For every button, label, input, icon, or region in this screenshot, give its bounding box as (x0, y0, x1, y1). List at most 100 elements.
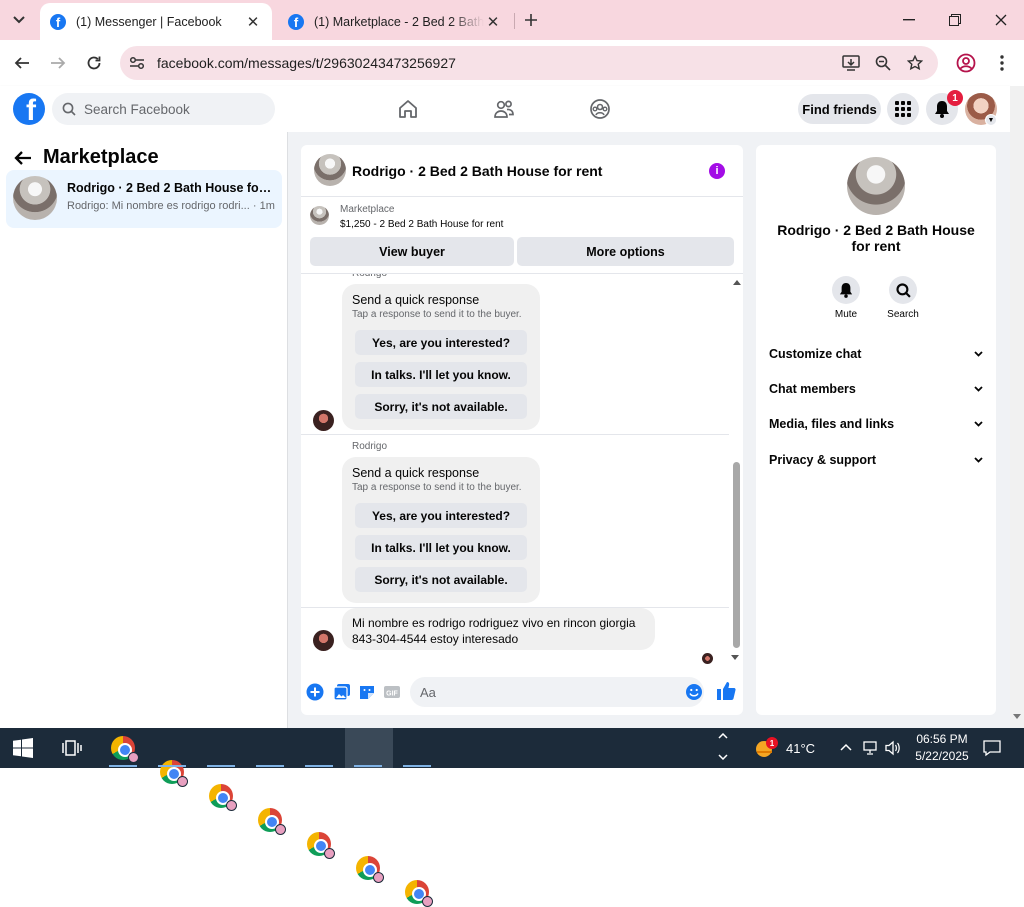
running-indicator (305, 765, 333, 767)
site-settings-icon[interactable] (128, 54, 146, 72)
photo-icon[interactable] (333, 683, 351, 701)
conversation-preview: Rodrigo: Mi nombre es rodrigo rodri... ·… (67, 200, 275, 212)
more-options-button[interactable]: More options (517, 237, 734, 266)
search-facebook-input[interactable]: Search Facebook (52, 93, 275, 125)
chevron-down-icon[interactable] (718, 754, 728, 760)
temperature: 41°C (786, 740, 816, 756)
weather-badge: 1 (766, 737, 778, 749)
volume-icon[interactable] (885, 740, 901, 756)
profile-button[interactable] (954, 51, 978, 75)
close-window-button[interactable] (978, 0, 1024, 40)
tab-messenger[interactable]: f (1) Messenger | Facebook ✕ (40, 3, 272, 40)
running-indicator (403, 765, 431, 767)
customize-chat-section[interactable]: Customize chat (769, 347, 983, 361)
account-circle-icon (956, 53, 976, 73)
running-indicator (256, 765, 284, 767)
find-friends-button[interactable]: Find friends (798, 94, 881, 124)
listing-photo[interactable] (847, 157, 905, 215)
chrome-icon[interactable] (405, 880, 433, 907)
sender-avatar[interactable] (313, 630, 334, 651)
plus-icon[interactable] (306, 683, 324, 701)
back-button[interactable] (10, 51, 34, 75)
conversation-item[interactable]: Rodrigo · 2 Bed 2 Bath House for rent Ro… (6, 170, 282, 228)
tab-marketplace[interactable]: f (1) Marketplace - 2 Bed 2 Bath House ✕ (278, 3, 512, 40)
chat-title[interactable]: Rodrigo · 2 Bed 2 Bath House for rent (352, 163, 602, 179)
chrome-icon[interactable] (258, 808, 286, 835)
quick-reply-not-available[interactable]: Sorry, it's not available. (355, 394, 527, 419)
facebook-logo-icon[interactable]: f (13, 93, 45, 125)
notification-badge: 1 (947, 90, 963, 106)
install-app-icon[interactable] (842, 54, 860, 72)
section-label: Chat members (769, 382, 856, 396)
message-input-placeholder: Aa (420, 684, 436, 700)
menu-grid-icon (895, 101, 911, 117)
sender-avatar[interactable] (313, 410, 334, 431)
quick-reply-yes[interactable]: Yes, are you interested? (355, 503, 527, 528)
weather-widget[interactable]: 1 41°C (754, 728, 815, 768)
scroll-down-icon[interactable] (1013, 714, 1021, 719)
mute-button[interactable] (832, 276, 860, 304)
new-tab-button[interactable] (520, 9, 542, 31)
view-buyer-button[interactable]: View buyer (310, 237, 514, 266)
scroll-down-icon[interactable] (731, 655, 739, 660)
message-scrollbar[interactable] (731, 274, 743, 651)
menu-button[interactable] (887, 93, 919, 125)
quick-reply-not-available[interactable]: Sorry, it's not available. (355, 567, 527, 592)
reload-button[interactable] (82, 51, 106, 75)
windows-start-icon[interactable] (13, 738, 33, 758)
page-scrollbar[interactable] (1010, 86, 1024, 728)
system-clock[interactable]: 06:56 PM 5/22/2025 (902, 731, 982, 765)
taskbar-scroll-buttons[interactable] (716, 730, 730, 766)
scrollbar-thumb[interactable] (733, 462, 740, 648)
message-bubble[interactable]: Mi nombre es rodrigo rodriguez vivo en r… (342, 608, 655, 650)
close-tab-icon[interactable]: ✕ (244, 13, 262, 31)
chat-members-section[interactable]: Chat members (769, 382, 983, 396)
chevron-down-icon (13, 16, 25, 24)
home-icon[interactable] (397, 98, 419, 120)
quick-response-heading: Send a quick response (352, 293, 480, 307)
quick-reply-yes[interactable]: Yes, are you interested? (355, 330, 527, 355)
tab-search-button[interactable] (8, 9, 30, 31)
media-files-links-section[interactable]: Media, files and links (769, 417, 983, 431)
zoom-icon[interactable] (874, 54, 892, 72)
emoji-icon[interactable] (685, 683, 703, 701)
browser-tab-strip: f (1) Messenger | Facebook ✕ f (1) Marke… (0, 0, 1024, 40)
network-icon[interactable] (863, 740, 879, 756)
browser-menu-button[interactable] (990, 51, 1014, 75)
minimize-button[interactable] (886, 0, 932, 40)
address-bar[interactable]: facebook.com/messages/t/2963024347325692… (120, 46, 938, 80)
scroll-up-icon[interactable] (733, 280, 741, 285)
close-tab-icon[interactable]: ✕ (484, 13, 502, 31)
quick-reply-in-talks[interactable]: In talks. I'll let you know. (355, 535, 527, 560)
active-taskbar-item-highlight (345, 728, 393, 768)
listing-thumbnail[interactable] (314, 154, 346, 186)
conversation-details-panel: Rodrigo · 2 Bed 2 Bath House for rent Mu… (756, 145, 996, 715)
info-icon[interactable]: i (709, 163, 725, 179)
chevron-down-icon[interactable]: ▼ (985, 114, 997, 126)
listing-price-title: $1,250 - 2 Bed 2 Bath House for rent (340, 219, 504, 230)
svg-text:GIF: GIF (386, 691, 398, 698)
sticker-icon[interactable] (358, 683, 376, 701)
bookmark-star-icon[interactable] (906, 54, 924, 72)
privacy-support-section[interactable]: Privacy & support (769, 453, 983, 467)
gif-icon[interactable]: GIF (383, 683, 401, 701)
message-input[interactable]: Aa (410, 677, 704, 707)
groups-icon[interactable] (589, 98, 611, 120)
friends-icon[interactable] (493, 98, 515, 120)
chrome-icon[interactable] (209, 784, 237, 811)
chrome-icon[interactable] (356, 856, 384, 883)
chevron-up-icon[interactable] (718, 733, 728, 739)
chrome-icon[interactable] (307, 832, 335, 859)
quick-reply-in-talks[interactable]: In talks. I'll let you know. (355, 362, 527, 387)
back-arrow-icon[interactable] (14, 150, 32, 166)
forward-button[interactable] (46, 51, 70, 75)
message-composer: GIF Aa (301, 673, 743, 713)
chrome-icon[interactable] (160, 760, 188, 787)
chrome-icon[interactable] (111, 736, 139, 763)
like-icon[interactable] (716, 681, 736, 701)
search-conversation-button[interactable] (889, 276, 917, 304)
task-view-icon[interactable] (62, 738, 82, 758)
chevron-up-icon[interactable] (840, 743, 852, 751)
restore-button[interactable] (932, 0, 978, 40)
notification-center-icon[interactable] (983, 739, 1001, 757)
